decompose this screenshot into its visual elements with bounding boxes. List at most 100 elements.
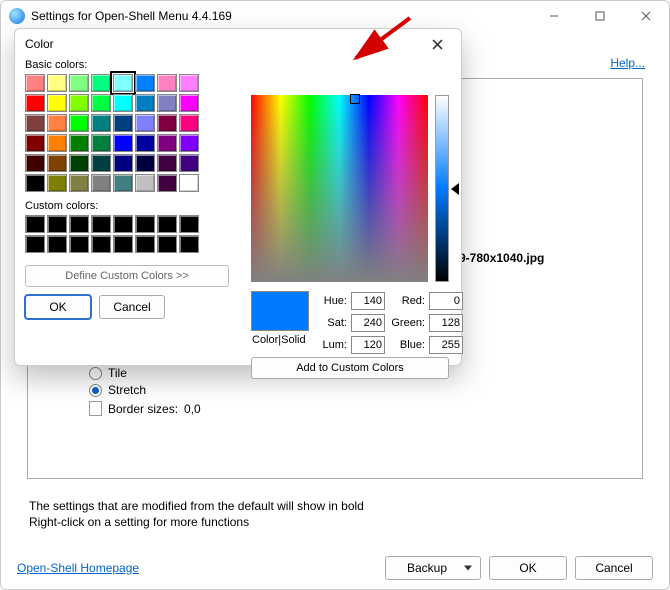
basic-color-swatch[interactable] [157, 74, 177, 92]
basic-color-swatch[interactable] [135, 174, 155, 192]
basic-color-swatch[interactable] [135, 134, 155, 152]
sat-input[interactable] [351, 314, 385, 332]
basic-color-swatch[interactable] [91, 134, 111, 152]
basic-color-swatch[interactable] [113, 94, 133, 112]
custom-color-swatch[interactable] [179, 215, 199, 233]
basic-color-swatch[interactable] [47, 74, 67, 92]
radio-icon [89, 384, 102, 397]
basic-color-swatch[interactable] [135, 114, 155, 132]
custom-color-swatch[interactable] [113, 215, 133, 233]
custom-color-swatch[interactable] [135, 235, 155, 253]
hue-label: Hue: [315, 295, 347, 307]
luminance-slider[interactable] [435, 95, 449, 282]
color-dialog-title: Color [25, 37, 54, 51]
footer-note: The settings that are modified from the … [29, 498, 364, 530]
basic-color-swatch[interactable] [25, 154, 45, 172]
backup-button[interactable]: Backup [385, 556, 481, 580]
homepage-link[interactable]: Open-Shell Homepage [17, 561, 139, 575]
basic-color-swatch[interactable] [179, 174, 199, 192]
color-preview [251, 291, 309, 331]
red-input[interactable] [429, 292, 463, 310]
cancel-button[interactable]: Cancel [575, 556, 653, 580]
custom-color-swatch[interactable] [113, 235, 133, 253]
basic-color-swatch[interactable] [25, 74, 45, 92]
basic-color-swatch[interactable] [91, 74, 111, 92]
custom-color-swatch[interactable] [157, 215, 177, 233]
window-title: Settings for Open-Shell Menu 4.4.169 [31, 9, 232, 23]
custom-color-swatch[interactable] [69, 215, 89, 233]
radio-icon [89, 367, 102, 380]
basic-color-swatch[interactable] [47, 134, 67, 152]
footer-line2: Right-click on a setting for more functi… [29, 514, 364, 530]
custom-color-swatch[interactable] [157, 235, 177, 253]
color-cancel-button[interactable]: Cancel [99, 295, 165, 319]
basic-color-swatch[interactable] [179, 94, 199, 112]
green-input[interactable] [429, 314, 463, 332]
basic-color-swatch[interactable] [179, 154, 199, 172]
basic-color-swatch[interactable] [47, 174, 67, 192]
custom-color-swatch[interactable] [91, 215, 111, 233]
crosshair-icon [350, 94, 360, 104]
basic-color-swatch[interactable] [113, 74, 133, 92]
basic-color-swatch[interactable] [113, 134, 133, 152]
basic-color-swatch[interactable] [47, 154, 67, 172]
basic-color-swatch[interactable] [157, 134, 177, 152]
basic-color-swatch[interactable] [91, 94, 111, 112]
basic-color-swatch[interactable] [25, 114, 45, 132]
hue-sat-field[interactable] [251, 95, 428, 282]
basic-color-swatch[interactable] [135, 154, 155, 172]
basic-color-swatch[interactable] [179, 114, 199, 132]
basic-color-swatch[interactable] [69, 74, 89, 92]
custom-color-swatch[interactable] [47, 235, 67, 253]
custom-color-swatch[interactable] [179, 235, 199, 253]
basic-color-swatch[interactable] [179, 134, 199, 152]
border-sizes-row[interactable]: Border sizes: 0,0 [89, 401, 201, 416]
window-titlebar: Settings for Open-Shell Menu 4.4.169 [1, 1, 669, 31]
basic-color-swatch[interactable] [113, 174, 133, 192]
radio-stretch[interactable]: Stretch [89, 383, 146, 397]
basic-color-swatch[interactable] [135, 74, 155, 92]
basic-color-swatch[interactable] [69, 114, 89, 132]
help-link[interactable]: Help... [610, 56, 645, 70]
basic-color-swatch[interactable] [91, 114, 111, 132]
custom-color-swatch[interactable] [135, 215, 155, 233]
basic-color-swatch[interactable] [25, 134, 45, 152]
custom-color-swatch[interactable] [25, 235, 45, 253]
basic-color-swatch[interactable] [157, 154, 177, 172]
basic-color-swatch[interactable] [25, 174, 45, 192]
basic-color-swatch[interactable] [113, 154, 133, 172]
hue-input[interactable] [351, 292, 385, 310]
basic-color-swatch[interactable] [69, 94, 89, 112]
basic-color-swatch[interactable] [179, 74, 199, 92]
maximize-button[interactable] [577, 1, 623, 31]
basic-color-swatch[interactable] [91, 174, 111, 192]
basic-color-swatch[interactable] [69, 174, 89, 192]
lum-input[interactable] [351, 336, 385, 354]
minimize-button[interactable] [531, 1, 577, 31]
basic-color-swatch[interactable] [69, 154, 89, 172]
custom-color-swatch[interactable] [91, 235, 111, 253]
basic-color-swatch[interactable] [25, 94, 45, 112]
basic-color-swatch[interactable] [157, 174, 177, 192]
basic-color-swatch[interactable] [69, 134, 89, 152]
basic-color-swatch[interactable] [91, 154, 111, 172]
ok-button[interactable]: OK [489, 556, 567, 580]
add-to-custom-colors-button[interactable]: Add to Custom Colors [251, 357, 449, 379]
basic-color-swatch[interactable] [157, 114, 177, 132]
basic-color-swatch[interactable] [157, 94, 177, 112]
basic-color-swatch[interactable] [135, 94, 155, 112]
basic-color-swatch[interactable] [113, 114, 133, 132]
define-custom-colors-button[interactable]: Define Custom Colors >> [25, 265, 229, 287]
basic-color-swatch[interactable] [47, 114, 67, 132]
custom-color-swatch[interactable] [47, 215, 67, 233]
radio-tile[interactable]: Tile [89, 366, 127, 380]
color-dialog: Color Basic colors: Custom colors: Defin… [14, 28, 462, 366]
custom-color-swatch[interactable] [25, 215, 45, 233]
color-dialog-close-button[interactable] [417, 30, 457, 58]
color-ok-button[interactable]: OK [25, 295, 91, 319]
basic-color-swatch[interactable] [47, 94, 67, 112]
radio-tile-label: Tile [108, 366, 127, 380]
blue-input[interactable] [429, 336, 463, 354]
close-button[interactable] [623, 1, 669, 31]
custom-color-swatch[interactable] [69, 235, 89, 253]
